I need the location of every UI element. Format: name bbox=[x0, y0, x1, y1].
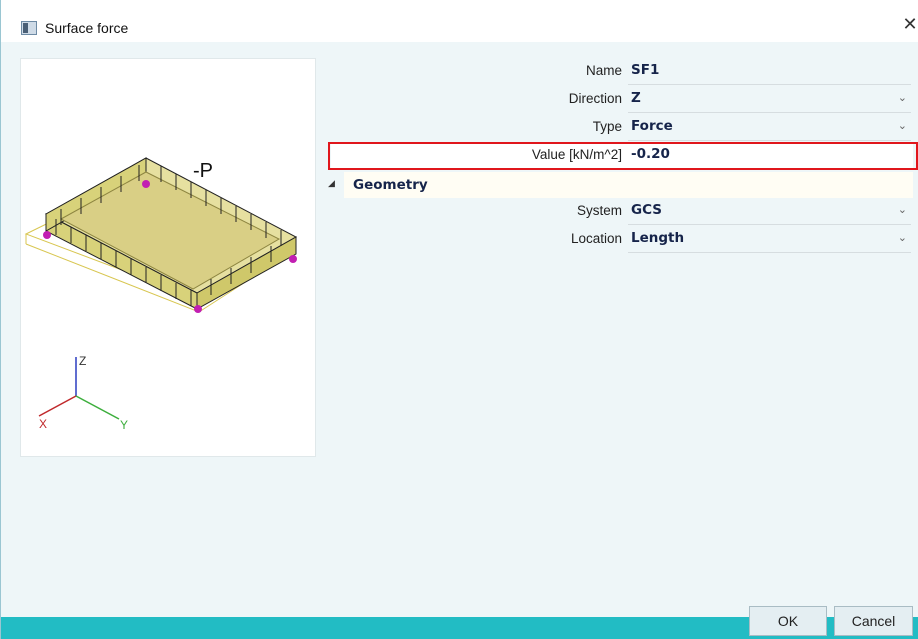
row-divider bbox=[628, 140, 911, 141]
property-row-name[interactable]: Name SF1 bbox=[331, 58, 913, 86]
chevron-down-icon[interactable]: ⌄ bbox=[898, 119, 907, 132]
cancel-button[interactable]: Cancel bbox=[834, 606, 913, 636]
property-label: Name bbox=[585, 63, 622, 78]
property-row-location[interactable]: Location Length ⌄ bbox=[331, 226, 913, 254]
property-row-system[interactable]: System GCS ⌄ bbox=[331, 198, 913, 226]
x-axis bbox=[38, 395, 77, 417]
property-row-type[interactable]: Type Force ⌄ bbox=[331, 114, 913, 142]
section-background bbox=[344, 172, 913, 198]
close-icon[interactable]: ✕ bbox=[901, 14, 918, 36]
geometry-section-header[interactable]: ◢ Geometry bbox=[328, 172, 913, 198]
row-divider bbox=[628, 252, 911, 253]
system-select[interactable]: GCS bbox=[631, 202, 662, 218]
load-preview-panel: -P Z X Y bbox=[20, 58, 316, 457]
ok-button[interactable]: OK bbox=[749, 606, 827, 636]
direction-select[interactable]: Z bbox=[631, 90, 641, 106]
location-select[interactable]: Length bbox=[631, 230, 684, 246]
property-row-direction[interactable]: Direction Z ⌄ bbox=[331, 86, 913, 114]
row-divider bbox=[628, 112, 911, 113]
property-label: Direction bbox=[568, 91, 622, 106]
y-axis-label: Y bbox=[120, 418, 128, 432]
x-axis-label: X bbox=[39, 417, 47, 431]
y-axis bbox=[75, 395, 120, 420]
property-label: Type bbox=[592, 119, 622, 134]
chevron-down-icon[interactable]: ⌄ bbox=[898, 231, 907, 244]
node-marker bbox=[142, 180, 150, 188]
section-title: Geometry bbox=[353, 177, 428, 193]
name-value[interactable]: SF1 bbox=[631, 62, 659, 78]
property-label: Location bbox=[570, 231, 622, 246]
chevron-down-icon[interactable]: ⌄ bbox=[898, 203, 907, 216]
window-title: Surface force bbox=[45, 20, 129, 36]
node-marker bbox=[194, 305, 202, 313]
collapse-triangle-icon[interactable]: ◢ bbox=[328, 179, 335, 189]
window-app-icon bbox=[21, 21, 37, 35]
row-divider bbox=[628, 224, 911, 225]
node-marker bbox=[43, 231, 51, 239]
value-input[interactable]: -0.20 bbox=[631, 146, 670, 162]
load-label: -P bbox=[193, 160, 213, 182]
property-label: Value [kN/m^2] bbox=[531, 147, 622, 162]
chevron-down-icon[interactable]: ⌄ bbox=[898, 91, 907, 104]
surface-load-diagram: -P Z X Y bbox=[24, 157, 298, 432]
row-divider bbox=[628, 84, 911, 85]
z-axis-label: Z bbox=[79, 354, 86, 368]
node-marker bbox=[289, 255, 297, 263]
type-select[interactable]: Force bbox=[631, 118, 673, 134]
highlight-frame bbox=[328, 142, 918, 170]
property-row-value[interactable]: Value [kN/m^2] -0.20 bbox=[328, 142, 918, 170]
properties-grid: Name SF1 Direction Z ⌄ Type Force ⌄ Valu… bbox=[328, 58, 918, 254]
title-bar: Surface force ✕ bbox=[1, 0, 918, 42]
dialog-window: Surface force ✕ -P Z X Y Name SF1 Direct… bbox=[0, 0, 918, 639]
property-label: System bbox=[576, 203, 622, 218]
